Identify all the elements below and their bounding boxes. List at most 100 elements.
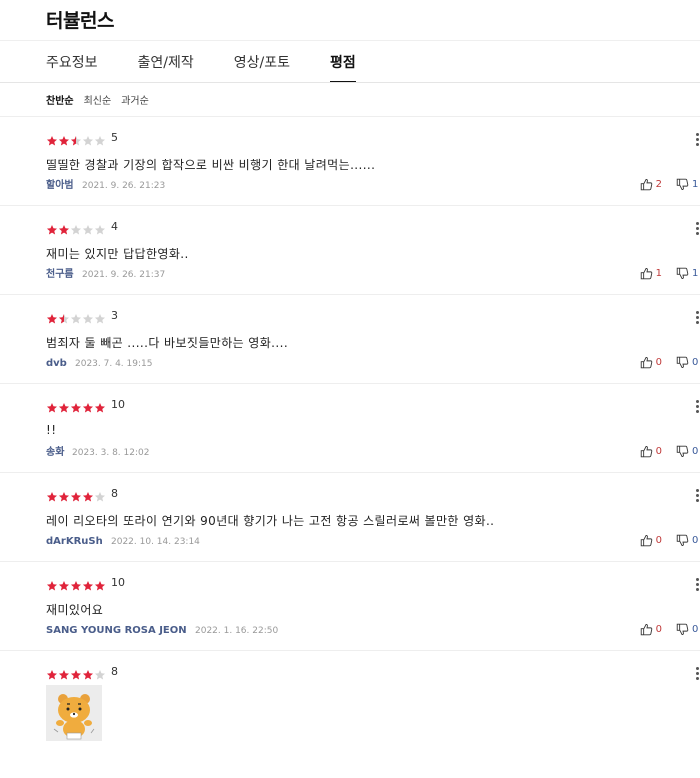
star-icon — [94, 132, 106, 145]
star-icon — [58, 310, 70, 323]
star-rating: 8 — [46, 665, 118, 679]
thumbs-down-icon[interactable] — [676, 178, 689, 191]
dislike-count: 1 — [692, 179, 699, 190]
review-text: 범죄자 둘 빼곤 .....다 바보짓들만하는 영화.... — [46, 336, 289, 350]
tab-main-info[interactable]: 주요정보 — [46, 52, 98, 82]
star-icon — [94, 310, 106, 323]
thumbs-down-icon[interactable] — [676, 534, 689, 547]
review-list: 5 띨띨한 경찰과 기장의 합작으로 비싼 비행기 한대 날려먹는...... 할아… — [0, 116, 700, 778]
review-author[interactable]: dvb — [46, 358, 67, 369]
review-item: 10!! 송화 2023. 3. 8. 12:02 0 0 — [0, 383, 700, 472]
tab-video-photo[interactable]: 영상/포토 — [234, 52, 290, 82]
tab-cast-crew[interactable]: 출연/제작 — [138, 52, 194, 82]
rating-score: 4 — [111, 220, 118, 233]
rating-score: 10 — [111, 576, 125, 589]
star-icon — [58, 399, 70, 412]
dislike-count: 0 — [692, 446, 699, 457]
star-rating: 8 — [46, 487, 118, 501]
review-author[interactable]: 천구름 — [46, 265, 74, 280]
more-options-icon[interactable] — [696, 400, 700, 413]
star-icon — [94, 577, 106, 590]
review-author[interactable]: dArKRuSh — [46, 536, 103, 547]
more-options-icon[interactable] — [696, 667, 700, 680]
star-rating: 10 — [46, 398, 125, 412]
star-icon — [70, 488, 82, 501]
review-item: 4 재미는 있지만 답답한영화.. 천구름 2021. 9. 26. 21:37 1 1 — [0, 205, 700, 294]
dislike-count: 0 — [692, 535, 699, 546]
tab-ratings[interactable]: 평점 — [330, 52, 356, 83]
more-options-icon[interactable] — [696, 489, 700, 502]
review-reactions: 00 — [640, 356, 700, 369]
sort-oldest[interactable]: 과거순 — [121, 92, 149, 107]
star-icon — [58, 221, 70, 234]
star-icon — [82, 132, 94, 145]
tabs-divider — [0, 82, 700, 83]
ryan-sticker-image — [46, 685, 102, 741]
star-rating: 5 — [46, 131, 118, 145]
review-author[interactable]: 송화 — [46, 443, 64, 458]
review-text: 재미있어요 — [46, 603, 104, 617]
star-rating: 3 — [46, 309, 118, 323]
star-icon — [46, 310, 58, 323]
sort-popular[interactable]: 찬반순 — [46, 92, 74, 107]
review-item: 8명당이2021. 10. 10. 11:0200 — [0, 650, 700, 778]
thumbs-down-icon[interactable] — [676, 267, 689, 280]
star-icon — [46, 399, 58, 412]
rating-score: 8 — [111, 665, 118, 678]
review-text: 띨띨한 경찰과 기장의 합작으로 비싼 비행기 한대 날려먹는...... — [46, 158, 376, 172]
review-reactions: 00 — [640, 534, 700, 547]
star-icon — [70, 132, 82, 145]
star-icon — [82, 221, 94, 234]
star-icon — [58, 132, 70, 145]
review-text: 재미는 있지만 답답한영화.. — [46, 247, 189, 261]
thumbs-up-icon[interactable] — [640, 178, 653, 191]
thumbs-up-icon[interactable] — [640, 356, 653, 369]
sort-options: 찬반순 최신순 과거순 — [46, 92, 149, 107]
rating-score: 5 — [111, 131, 118, 144]
review-text: 레이 리오타의 또라이 연기와 90년대 향기가 나는 고전 항공 스릴러로써 … — [46, 514, 495, 528]
review-date: 2023. 7. 4. 19:15 — [75, 359, 153, 369]
star-icon — [94, 221, 106, 234]
thumbs-down-icon[interactable] — [676, 623, 689, 636]
star-icon — [82, 666, 94, 679]
review-author[interactable]: SANG YOUNG ROSA JEON — [46, 625, 187, 636]
star-icon — [82, 577, 94, 590]
star-icon — [70, 310, 82, 323]
star-icon — [94, 666, 106, 679]
star-icon — [70, 577, 82, 590]
sort-latest[interactable]: 최신순 — [84, 92, 112, 107]
star-icon — [82, 488, 94, 501]
thumbs-up-icon[interactable] — [640, 623, 653, 636]
review-reactions: 11 — [640, 267, 700, 280]
star-icon — [46, 132, 58, 145]
thumbs-up-icon[interactable] — [640, 445, 653, 458]
dislike-count: 0 — [692, 624, 699, 635]
star-icon — [70, 221, 82, 234]
star-icon — [46, 221, 58, 234]
review-date: 2021. 9. 26. 21:23 — [82, 181, 166, 191]
thumbs-down-icon[interactable] — [676, 445, 689, 458]
review-reactions: 21 — [640, 178, 700, 191]
thumbs-down-icon[interactable] — [676, 356, 689, 369]
like-count: 0 — [655, 624, 662, 635]
star-icon — [82, 310, 94, 323]
like-count: 0 — [655, 446, 662, 457]
star-icon — [58, 666, 70, 679]
review-author[interactable]: 할아범 — [46, 176, 74, 191]
thumbs-up-icon[interactable] — [640, 267, 653, 280]
review-text: !! — [46, 423, 57, 437]
page-title: 터뷸런스 — [46, 10, 114, 32]
star-icon — [58, 488, 70, 501]
star-icon — [58, 577, 70, 590]
star-icon — [94, 488, 106, 501]
thumbs-up-icon[interactable] — [640, 534, 653, 547]
review-item: 5 띨띨한 경찰과 기장의 합작으로 비싼 비행기 한대 날려먹는...... 할아… — [0, 116, 700, 205]
review-item: 8 레이 리오타의 또라이 연기와 90년대 향기가 나는 고전 항공 스릴러로써… — [0, 472, 700, 561]
more-options-icon[interactable] — [696, 578, 700, 591]
review-item: 3 범죄자 둘 빼곤 .....다 바보짓들만하는 영화.... dvb 2023. … — [0, 294, 700, 383]
like-count: 0 — [655, 535, 662, 546]
more-options-icon[interactable] — [696, 311, 700, 324]
like-count: 2 — [655, 179, 662, 190]
more-options-icon[interactable] — [696, 133, 700, 146]
more-options-icon[interactable] — [696, 222, 700, 235]
